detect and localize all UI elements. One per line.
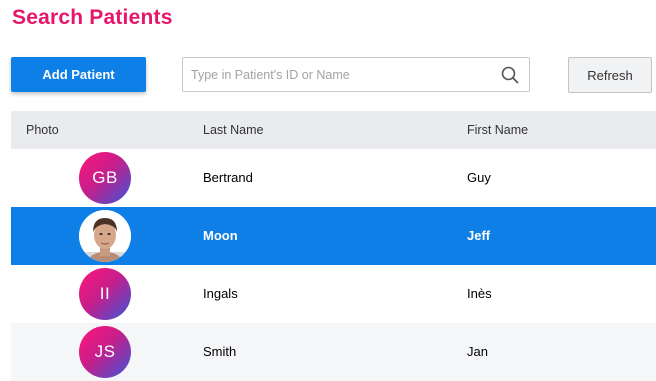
page-title: Search Patients — [12, 6, 173, 29]
table-row[interactable]: II Ingals Inès — [11, 265, 656, 323]
first-name-cell: Guy — [467, 170, 491, 185]
avatar — [79, 210, 131, 262]
first-name-cell: Jan — [467, 344, 488, 359]
table-row[interactable]: JS Smith Jan — [11, 323, 656, 381]
search-icon[interactable] — [501, 66, 519, 84]
search-field[interactable] — [182, 57, 530, 92]
avatar: GB — [79, 152, 131, 204]
refresh-button[interactable]: Refresh — [568, 57, 652, 93]
patients-table: Photo Last Name First Name GB Bertrand G… — [11, 111, 656, 381]
table-row[interactable]: Moon Jeff — [11, 207, 656, 265]
last-name-cell: Smith — [203, 344, 237, 359]
avatar: JS — [79, 326, 131, 378]
last-name-cell: Moon — [203, 228, 238, 243]
last-name-cell: Bertrand — [203, 170, 253, 185]
first-name-cell: Jeff — [467, 228, 491, 243]
table-row[interactable]: GB Bertrand Guy — [11, 149, 656, 207]
avatar: II — [79, 268, 131, 320]
column-header-last-name[interactable]: Last Name — [203, 123, 263, 137]
column-header-photo[interactable]: Photo — [26, 123, 59, 137]
table-header: Photo Last Name First Name — [11, 111, 656, 149]
add-patient-button[interactable]: Add Patient — [11, 57, 146, 92]
patient-photo-icon — [79, 210, 131, 262]
search-input[interactable] — [191, 58, 491, 91]
last-name-cell: Ingals — [203, 286, 238, 301]
column-header-first-name[interactable]: First Name — [467, 123, 528, 137]
first-name-cell: Inès — [467, 286, 492, 301]
